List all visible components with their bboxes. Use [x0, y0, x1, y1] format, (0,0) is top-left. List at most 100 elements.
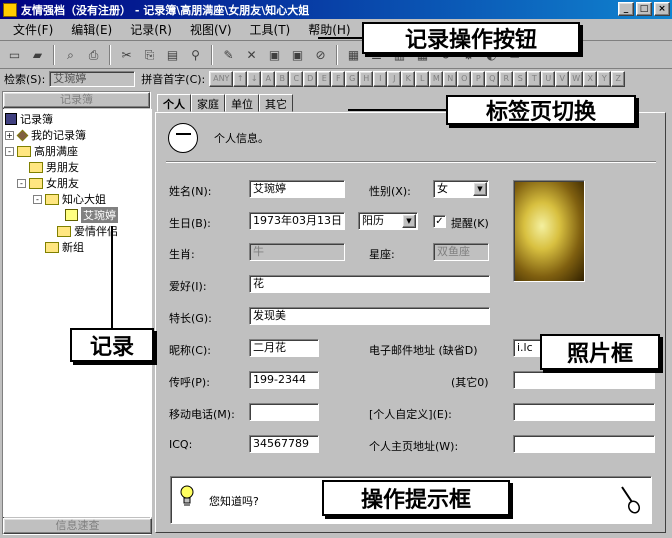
save-as-icon[interactable]: ▣ [287, 45, 308, 66]
homepage-field[interactable] [513, 435, 655, 453]
alpha-key-m[interactable]: M [429, 70, 444, 87]
alpha-key-v[interactable]: V [555, 70, 570, 87]
specialty-field[interactable]: 发现美 [249, 307, 490, 325]
menu-view[interactable]: 视图(V) [181, 19, 241, 40]
open-icon[interactable]: ▰ [27, 45, 48, 66]
pinyin-label: 拼音首字(C): [141, 72, 206, 86]
alpha-key-l[interactable]: L [415, 70, 430, 87]
alpha-key-s[interactable]: S [513, 70, 528, 87]
alpha-key-q[interactable]: Q [485, 70, 500, 87]
mobile-field[interactable] [249, 403, 319, 421]
other-email-field[interactable] [513, 371, 655, 389]
tree-item-girlfriends[interactable]: - 女朋友 [17, 175, 79, 191]
search-input[interactable]: 艾琬婷 [49, 70, 136, 87]
zodiac-label: 生肖: [169, 248, 195, 261]
alpha-key-u[interactable]: U [541, 70, 556, 87]
alpha-key-k[interactable]: K [401, 70, 416, 87]
cancel-icon[interactable]: ⊘ [310, 45, 331, 66]
alpha-key-o[interactable]: O [457, 70, 472, 87]
collapse-icon[interactable]: - [33, 194, 42, 204]
search-label: 检索(S): [4, 72, 46, 86]
tree-item-record-ai-wanting[interactable]: 艾琬婷 [65, 207, 118, 223]
menu-file[interactable]: 文件(F) [4, 19, 62, 40]
alpha-key-j[interactable]: J [387, 70, 402, 87]
copy-icon[interactable]: ⎘ [139, 45, 160, 66]
print-icon[interactable]: ⎙ [83, 45, 104, 66]
book-icon [5, 113, 17, 125]
delete-record-icon[interactable]: ✕ [241, 45, 262, 66]
edit-record-icon[interactable]: ✎ [218, 45, 239, 66]
tree-item-my-records[interactable]: + 我的记录簿 [5, 127, 86, 143]
new-icon[interactable]: ▭ [4, 45, 25, 66]
alpha-key-f[interactable]: F [331, 70, 346, 87]
birthday-field[interactable]: 1973年03月13日 [249, 212, 345, 230]
tree-item-root[interactable]: 记录簿 [5, 111, 53, 127]
callout-tab-switch: 标签页切换 [446, 95, 636, 125]
alpha-key-a[interactable]: A [261, 70, 276, 87]
find-icon[interactable]: ⚲ [185, 45, 206, 66]
alpha-key-b[interactable]: B [275, 70, 290, 87]
calendar-select[interactable]: 阳历 ▼ [358, 212, 418, 230]
menu-tools[interactable]: 工具(T) [241, 19, 300, 40]
nickname-field[interactable]: 二月花 [249, 339, 319, 357]
alpha-key-g[interactable]: G [345, 70, 360, 87]
alpha-key-n[interactable]: N [443, 70, 458, 87]
paste-icon[interactable]: ▤ [162, 45, 183, 66]
menu-edit[interactable]: 编辑(E) [62, 19, 121, 40]
alpha-key-e[interactable]: E [317, 70, 332, 87]
alpha-key-t[interactable]: T [527, 70, 542, 87]
alpha-key-any[interactable]: ANY [209, 70, 234, 87]
pager-field[interactable]: 199-2344 [249, 371, 319, 389]
tab-personal[interactable]: 个人 [157, 94, 191, 112]
tab-family[interactable]: 家庭 [191, 94, 225, 112]
alpha-key-w[interactable]: W [569, 70, 584, 87]
nickname-label: 昵称(C): [169, 344, 211, 357]
alpha-key-y[interactable]: Y [597, 70, 612, 87]
gender-label: 性别(X): [369, 185, 411, 198]
name-field[interactable]: 艾琬婷 [249, 180, 345, 198]
panel-header-records[interactable]: 记录簿 [3, 92, 150, 108]
alpha-key-h[interactable]: H [359, 70, 374, 87]
alpha-key-p[interactable]: P [471, 70, 486, 87]
folder-icon [45, 241, 59, 253]
folder-icon [29, 177, 43, 189]
tree-item-partners[interactable]: 爱情伴侣 [57, 223, 118, 239]
save-record-icon[interactable]: ▣ [264, 45, 285, 66]
panel-header-quick-info[interactable]: 信息速查 [3, 518, 152, 534]
tab-work[interactable]: 单位 [225, 94, 259, 112]
photo-frame[interactable] [513, 180, 585, 282]
alpha-key-z[interactable]: Z [611, 70, 626, 87]
preview-icon[interactable]: ⌕ [60, 45, 81, 66]
callout-tip-box: 操作提示框 [322, 480, 510, 516]
callout-photo-frame: 照片框 [540, 334, 660, 370]
alpha-key-r[interactable]: R [499, 70, 514, 87]
alpha-key-c[interactable]: C [289, 70, 304, 87]
collapse-icon[interactable]: - [17, 178, 26, 188]
remind-checkbox[interactable]: ✓ [433, 215, 446, 228]
tab-other[interactable]: 其它 [259, 94, 293, 112]
menu-record[interactable]: 记录(R) [121, 19, 181, 40]
custom-field[interactable] [513, 403, 655, 421]
tree-item-new-group[interactable]: 新组 [45, 239, 84, 255]
close-button[interactable]: × [654, 2, 670, 16]
tree-item-confidantes[interactable]: - 知心大姐 [33, 191, 106, 207]
minimize-button[interactable]: _ [618, 2, 634, 16]
cut-icon[interactable]: ✂ [116, 45, 137, 66]
maximize-button[interactable]: □ [636, 2, 652, 16]
gender-select[interactable]: 女 ▼ [433, 180, 489, 198]
tree-item-boyfriends[interactable]: 男朋友 [29, 159, 79, 175]
dropdown-arrow-icon[interactable]: ▼ [473, 182, 487, 196]
alpha-key-down[interactable]: ↓ [247, 70, 262, 87]
dropdown-arrow-icon[interactable]: ▼ [402, 214, 416, 228]
alpha-key-x[interactable]: X [583, 70, 598, 87]
alpha-key-d[interactable]: D [303, 70, 318, 87]
collapse-icon[interactable]: - [5, 146, 14, 156]
hobby-field[interactable]: 花 [249, 275, 490, 293]
group-icon[interactable]: ▦ [343, 45, 364, 66]
constellation-label: 星座: [369, 248, 395, 261]
expand-icon[interactable]: + [5, 130, 14, 140]
tree-item-friends[interactable]: - 高朋满座 [5, 143, 78, 159]
alpha-key-up[interactable]: ↑ [233, 70, 248, 87]
alpha-key-i[interactable]: I [373, 70, 388, 87]
icq-field[interactable]: 34567789 [249, 435, 319, 453]
